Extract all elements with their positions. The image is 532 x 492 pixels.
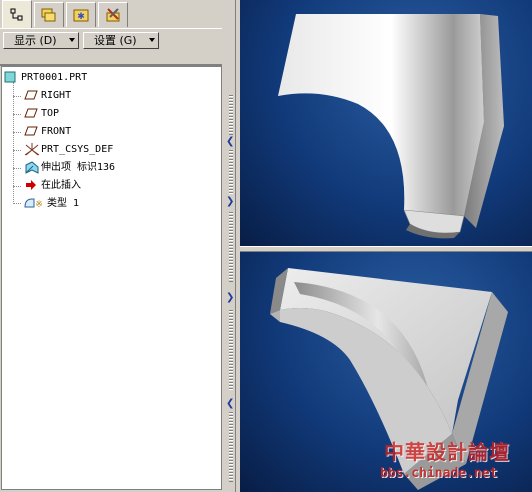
tree-item-label: TOP bbox=[41, 108, 60, 119]
tree-connector bbox=[13, 132, 21, 134]
protrusion-icon bbox=[24, 161, 39, 174]
tab-favorites[interactable]: ✱ bbox=[66, 2, 96, 27]
tree-item-insert-here[interactable]: 在此插入 bbox=[24, 178, 81, 194]
settings-dropdown[interactable]: 设置 (G) bbox=[83, 32, 159, 49]
tree-connector bbox=[13, 96, 21, 98]
tree-item-right[interactable]: RIGHT bbox=[24, 88, 71, 104]
tab-connections[interactable] bbox=[98, 2, 128, 27]
datum-plane-icon bbox=[24, 107, 38, 119]
display-dropdown-label: 显示 (D) bbox=[14, 34, 57, 47]
tree-item-csys[interactable]: PRT_CSYS_DEF bbox=[24, 142, 113, 158]
tree-item-label: FRONT bbox=[41, 126, 72, 137]
feature-type-icon: ※ bbox=[24, 197, 44, 210]
insert-here-arrow-icon bbox=[24, 179, 38, 191]
graphics-viewport-top[interactable] bbox=[240, 0, 532, 246]
chevron-down-icon bbox=[149, 38, 155, 42]
sash-grip[interactable] bbox=[229, 212, 233, 282]
tree-root-label: PRT0001.PRT bbox=[21, 72, 88, 83]
tab-folder-browser[interactable] bbox=[34, 2, 64, 27]
sash-grip[interactable] bbox=[229, 412, 233, 482]
tree-item-top[interactable]: TOP bbox=[24, 106, 59, 122]
model-tree-icon bbox=[10, 8, 23, 20]
tree-toolbar: 显示 (D) 设置 (G) bbox=[0, 28, 232, 53]
sash-grip[interactable] bbox=[229, 95, 233, 135]
tools-icon bbox=[106, 8, 120, 22]
csys-icon bbox=[24, 143, 40, 156]
tree-item-label: 在此插入 bbox=[41, 180, 81, 191]
part-icon bbox=[4, 71, 18, 83]
tab-model-tree[interactable] bbox=[2, 0, 32, 28]
favorites-folder-icon: ✱ bbox=[73, 9, 89, 22]
svg-text:※: ※ bbox=[35, 200, 43, 209]
folder-stack-icon bbox=[41, 8, 56, 22]
chevron-down-icon bbox=[69, 38, 75, 42]
sash-grip[interactable] bbox=[229, 310, 233, 390]
tree-connector-line bbox=[13, 82, 15, 202]
tree-root-node[interactable]: PRT0001.PRT bbox=[4, 70, 87, 86]
tree-item-front[interactable]: FRONT bbox=[24, 124, 71, 140]
part-model-view-1[interactable] bbox=[240, 0, 532, 246]
forum-watermark: 中華設計論壇 bbs.chinade.net bbox=[372, 434, 528, 488]
tree-item-label: RIGHT bbox=[41, 90, 72, 101]
watermark-url: bbs.chinade.net bbox=[380, 466, 498, 481]
tree-connector bbox=[13, 114, 21, 116]
tree-connector bbox=[13, 150, 21, 152]
tree-connector bbox=[13, 168, 21, 170]
tree-item-protrusion[interactable]: 伸出项 标识136 bbox=[24, 160, 115, 176]
tree-item-label: PRT_CSYS_DEF bbox=[41, 144, 114, 155]
datum-plane-icon bbox=[24, 125, 38, 137]
settings-dropdown-label: 设置 (G) bbox=[94, 34, 137, 47]
datum-plane-icon bbox=[24, 89, 38, 101]
tree-item-feature-type[interactable]: ※ 类型 1 bbox=[24, 196, 79, 212]
navigator-tabs: ✱ bbox=[0, 0, 232, 28]
watermark-title: 中華設計論壇 bbox=[384, 440, 510, 464]
svg-text:✱: ✱ bbox=[77, 12, 85, 22]
tree-item-label: 类型 1 bbox=[47, 198, 80, 209]
tree-connector bbox=[13, 186, 21, 188]
display-dropdown[interactable]: 显示 (D) bbox=[3, 32, 79, 49]
sash-grip[interactable] bbox=[229, 150, 233, 194]
tree-connector bbox=[13, 203, 21, 205]
tree-item-label: 伸出项 标识136 bbox=[41, 162, 116, 173]
